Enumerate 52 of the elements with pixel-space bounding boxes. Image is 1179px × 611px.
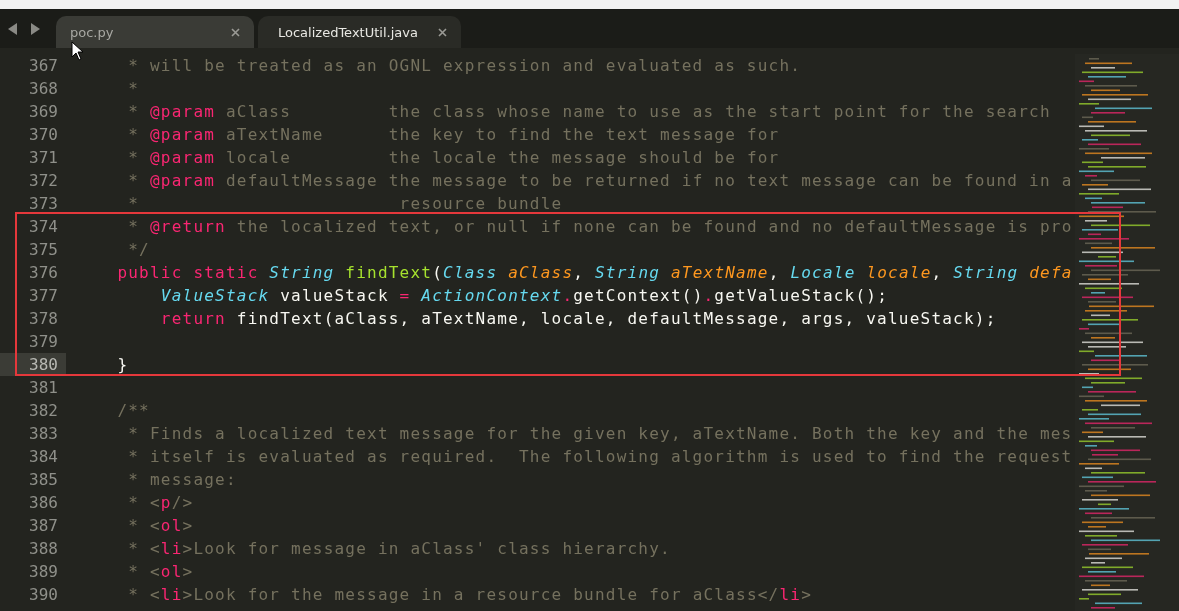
code-line: * @param aTextName the key to find the text message for: [127, 124, 780, 146]
file-tab[interactable]: LocalizedTextUtil.java: [258, 16, 461, 48]
line-number: 376: [28, 262, 59, 284]
line-number: 390: [28, 584, 59, 606]
line-number: 371: [28, 147, 59, 169]
line-number: 372: [28, 170, 59, 192]
line-number: 381: [28, 377, 59, 399]
code-line: * <li>Look for message in aClass' class hierarchy.: [127, 538, 671, 560]
line-number: 370: [28, 124, 59, 146]
line-number: 387: [28, 515, 59, 537]
close-icon[interactable]: [437, 27, 447, 37]
line-number: 382: [28, 400, 59, 422]
code-line: public static String findText(Class aClass, String aTextName, Locale locale, String defa: [116, 262, 1073, 284]
line-number: 388: [28, 538, 59, 560]
close-icon[interactable]: [231, 27, 240, 37]
tab-navigation-arrows-icon[interactable]: [6, 21, 42, 36]
code-line: */: [127, 239, 150, 261]
code-line: * resource bundle: [127, 193, 563, 215]
code-line: ValueStack valueStack = ActionContext.getContext().getValueStack();: [159, 285, 888, 307]
mouse-pointer-icon: [71, 41, 85, 61]
line-number: 369: [28, 101, 59, 123]
line-number: 373: [28, 193, 59, 215]
code-line: * itself is evaluated as required. The following algorithm is used to find the request: [127, 446, 1073, 468]
line-number: 375: [28, 239, 59, 261]
code-line: * @return the localized text, or null if none can be found and no defaultMessage is pro: [127, 216, 1073, 238]
line-number: 368: [28, 78, 59, 100]
code-line: * will be treated as an OGNL expression and evaluated as such.: [127, 55, 802, 77]
code-line: * <ol>: [127, 561, 194, 583]
code-line: * <p/>: [127, 492, 194, 514]
code-line: * @param locale the locale the message should be for: [127, 147, 780, 169]
code-line: * message:: [127, 469, 237, 491]
line-number: 380: [0, 353, 66, 376]
file-tab[interactable]: poc.py: [56, 16, 254, 48]
line-number: 389: [28, 561, 59, 583]
code-line: }: [116, 354, 129, 376]
code-line: * <ol>: [127, 515, 194, 537]
line-number: 377: [28, 285, 59, 307]
line-number: 384: [28, 446, 59, 468]
code-line: return findText(aClass, aTextName, locale, defaultMessage, args, valueStack);: [159, 308, 997, 330]
code-line: * Finds a localized text message for the given key, aTextName. Both the key and the mes: [127, 423, 1073, 445]
line-number: 385: [28, 469, 59, 491]
line-number: 374: [28, 216, 59, 238]
line-number: 386: [28, 492, 59, 514]
line-number: 367: [28, 55, 59, 77]
code-line: *: [127, 78, 140, 100]
line-number: 378: [28, 308, 59, 330]
code-line: * <li>Look for the message in a resource bundle for aClass</li>: [127, 584, 813, 606]
code-line: * @param aClass the class whose name to use as the start point for the search: [127, 101, 1051, 123]
code-line: * @param defaultMessage the message to be returned if no text message can be found in a: [127, 170, 1073, 192]
line-number: 383: [28, 423, 59, 445]
code-line: /**: [116, 400, 150, 422]
line-number: 379: [28, 331, 59, 353]
